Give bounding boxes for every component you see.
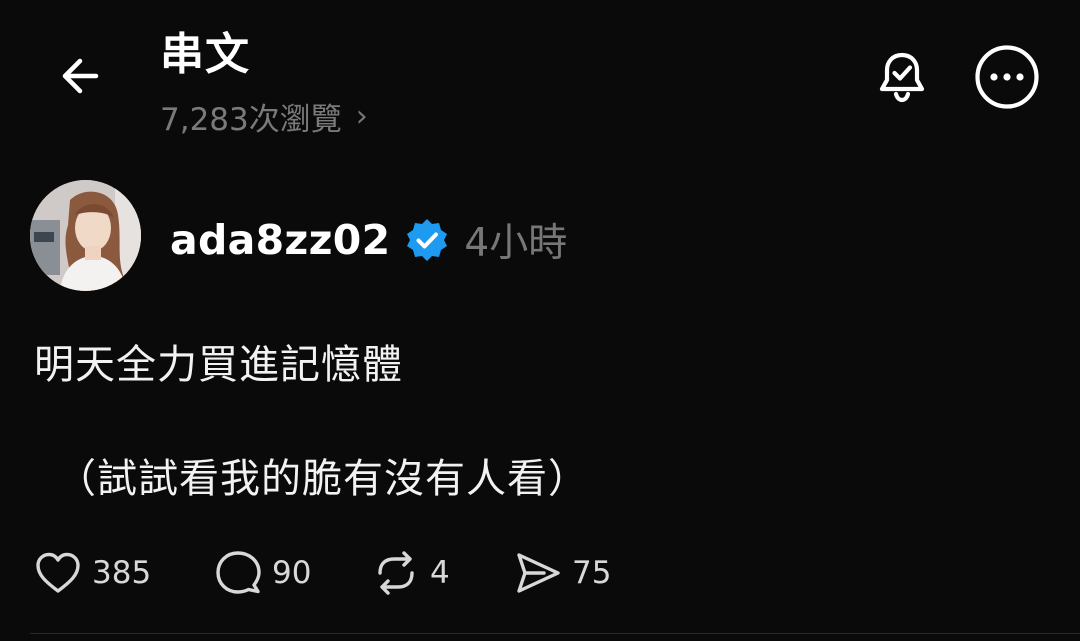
send-icon	[517, 553, 560, 593]
repost-icon	[378, 551, 414, 595]
repost-count: 4	[430, 555, 450, 591]
avatar-image	[30, 180, 141, 291]
verified-badge-icon	[404, 217, 450, 263]
bell-check-icon	[879, 52, 925, 103]
back-button[interactable]	[52, 48, 108, 104]
share-button[interactable]: 75	[514, 549, 634, 597]
share-count: 75	[572, 555, 612, 591]
reply-count: 90	[272, 555, 312, 591]
reply-button[interactable]: 90	[214, 549, 372, 597]
post-body: 明天全力買進記憶體 （試試看我的脆有沒有人看）	[34, 336, 589, 508]
author-row: ada8zz02 4小時	[170, 210, 567, 270]
divider	[30, 633, 1080, 634]
view-count-link[interactable]: 7,283次瀏覽 ›	[160, 94, 368, 139]
like-button[interactable]: 385	[34, 550, 214, 596]
heart-icon	[36, 552, 80, 593]
post-text-line: （試試看我的脆有沒有人看）	[56, 456, 589, 502]
avatar[interactable]	[30, 180, 141, 291]
page-title: 串文	[160, 29, 250, 80]
notification-button[interactable]	[872, 46, 932, 106]
repost-button[interactable]: 4	[372, 549, 514, 597]
more-options-button[interactable]	[974, 44, 1040, 110]
post-time: 4小時	[464, 221, 568, 266]
arrow-left-icon	[62, 58, 99, 94]
post-actions: 385 90 4 75	[34, 548, 634, 598]
like-count: 385	[92, 555, 152, 591]
comment-icon	[216, 551, 261, 594]
post-text-line: 明天全力買進記憶體	[34, 342, 403, 388]
chevron-right-icon: ›	[355, 99, 368, 134]
username[interactable]: ada8zz02	[170, 216, 390, 264]
more-horizontal-icon	[975, 45, 1039, 109]
view-count: 7,283次瀏覽	[160, 102, 342, 138]
